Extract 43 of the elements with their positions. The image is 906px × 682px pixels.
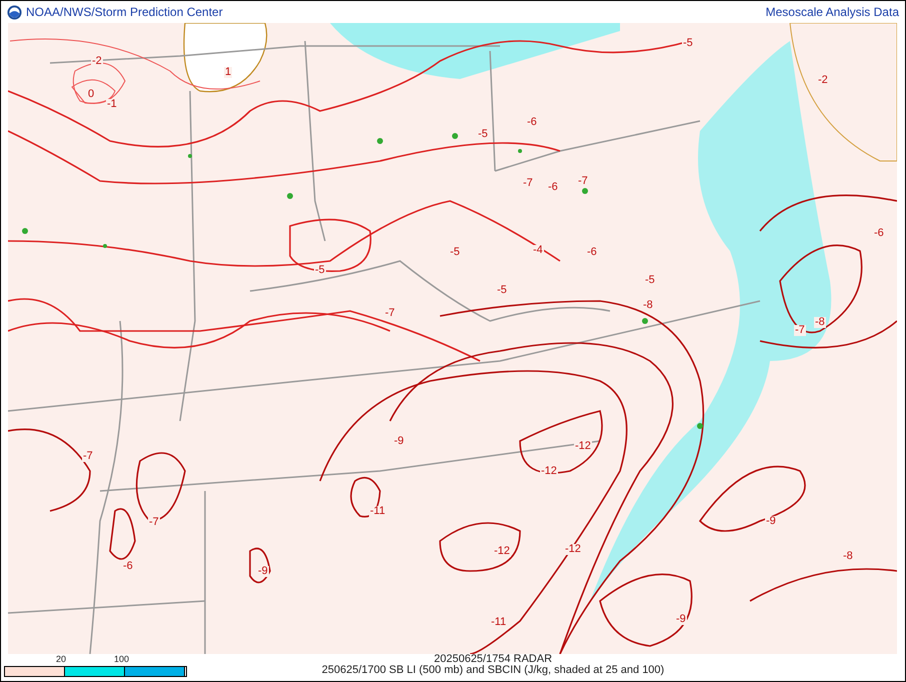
contour-label: -8 xyxy=(642,300,654,311)
contour-label: -2 xyxy=(817,75,829,86)
contour-label: -7 xyxy=(794,325,806,336)
contour-label: 0 xyxy=(87,89,96,100)
contour-label: -9 xyxy=(257,566,269,577)
contour-label: -7 xyxy=(577,176,589,187)
noaa-logo-icon xyxy=(7,4,22,20)
contour-label: -7 xyxy=(522,178,534,189)
contour-label: -5 xyxy=(449,247,461,258)
contour-label: -9 xyxy=(675,614,687,625)
contour-label: -9 xyxy=(765,516,777,527)
contour-label: -5 xyxy=(644,275,656,286)
contour-label: -5 xyxy=(477,129,489,140)
contour-label: -11 xyxy=(369,506,386,517)
contour-label: 1 xyxy=(224,67,232,78)
contour-label: -12 xyxy=(564,544,582,555)
radar-timestamp: 20250625/1754 RADAR xyxy=(434,654,552,665)
contour-label: -5 xyxy=(314,265,326,276)
contour-label: -7 xyxy=(384,308,396,319)
legend-tick-label: 100 xyxy=(114,654,130,665)
legend-tick-label: 20 xyxy=(56,654,66,665)
contour-label: -4 xyxy=(532,245,544,256)
contour-label: -9 xyxy=(393,436,405,447)
map-caption: 250625/1700 SB LI (500 mb) and SBCIN (J/kg, shaded at 25 and 100) xyxy=(322,665,664,676)
contour-label: -6 xyxy=(122,561,134,572)
contour-label: -1 xyxy=(106,99,118,110)
contour-label: -12 xyxy=(540,466,558,477)
product-title: Mesoscale Analysis Data xyxy=(766,4,899,21)
contour-label: -8 xyxy=(842,551,854,562)
contour-label: -2 xyxy=(91,56,103,67)
contour-label: -6 xyxy=(547,182,559,193)
contour-label: -6 xyxy=(526,117,538,128)
contour-label: -12 xyxy=(493,546,511,557)
contour-label: -8 xyxy=(814,317,826,328)
contour-label: -5 xyxy=(682,38,694,49)
contour-label: -12 xyxy=(574,441,592,452)
header-title: NOAA/NWS/Storm Prediction Center xyxy=(26,4,223,21)
contour-label: -7 xyxy=(148,517,160,528)
contour-label: -5 xyxy=(496,285,508,296)
contour-label: -7 xyxy=(82,451,94,462)
contour-label: -6 xyxy=(873,228,885,239)
contour-label: -6 xyxy=(586,247,598,258)
contour-label: -11 xyxy=(490,617,508,628)
